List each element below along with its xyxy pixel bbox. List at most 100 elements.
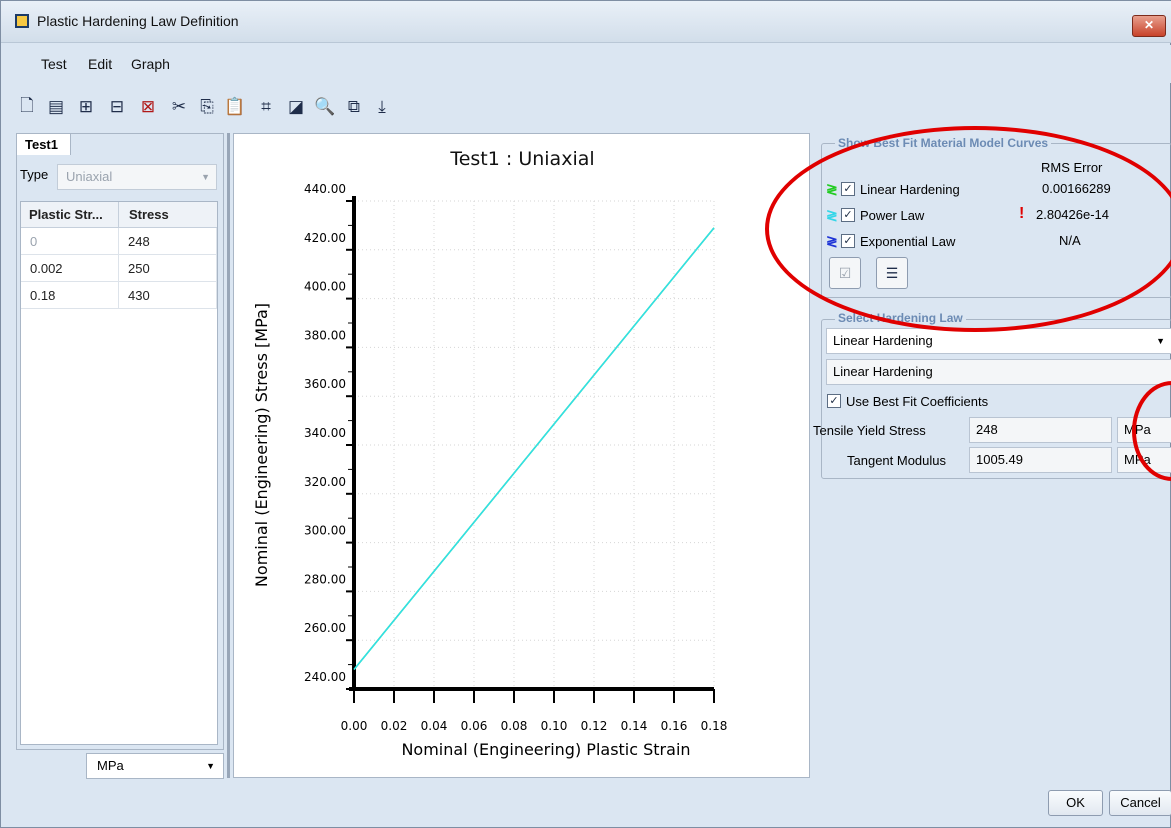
x-tick-label: 0.14: [621, 719, 648, 733]
linear-label: Linear Hardening: [860, 181, 960, 197]
list-icon[interactable]: ☰: [876, 257, 908, 289]
paste-icon[interactable]: 📋: [223, 95, 247, 119]
use-best-fit-checkbox[interactable]: ✓: [827, 394, 841, 408]
power-rms: 2.80426e-14: [1036, 207, 1110, 222]
x-tick-label: 0.10: [541, 719, 568, 733]
table-cell[interactable]: 0.18: [21, 282, 119, 309]
chevron-down-icon: ▼: [206, 761, 215, 771]
fit-row-exponential[interactable]: ≷ ✓ Exponential Law: [826, 230, 955, 252]
chevron-down-icon: ▼: [201, 172, 210, 182]
power-checkbox[interactable]: ✓: [841, 208, 855, 222]
export-icon[interactable]: ⤓: [370, 95, 394, 119]
menu-edit[interactable]: Edit: [88, 56, 112, 72]
x-tick-label: 0.04: [421, 719, 448, 733]
power-label: Power Law: [860, 207, 925, 223]
linear-curve-icon: ≷: [826, 181, 838, 197]
hardening-name-field[interactable]: Linear Hardening: [826, 359, 1171, 385]
linear-rms: 0.00166289: [1042, 181, 1111, 196]
data-table: Plastic Str... Stress 0 248 0.002 250 0.…: [20, 201, 218, 745]
x-tick-label: 0.00: [341, 719, 368, 733]
app-icon: [15, 14, 29, 28]
zoom-icon[interactable]: 🔍: [313, 95, 337, 119]
properties-icon[interactable]: ▤: [44, 95, 68, 119]
y-tick-label: 380.00: [304, 328, 346, 342]
y-tick-label: 420.00: [304, 231, 346, 245]
best-fit-legend: Show Best Fit Material Model Curves: [835, 136, 1052, 150]
power-curve-icon: ≷: [826, 207, 838, 223]
y-axis-label: Nominal (Engineering) Stress [MPa]: [252, 303, 271, 587]
table-cell[interactable]: 250: [119, 255, 217, 282]
series-line: [353, 227, 715, 670]
x-tick-label: 0.12: [581, 719, 608, 733]
tensile-yield-label: Tensile Yield Stress: [813, 423, 926, 438]
use-best-fit-row[interactable]: ✓ Use Best Fit Coefficients: [827, 390, 988, 412]
x-tick-label: 0.02: [381, 719, 408, 733]
tensile-yield-field[interactable]: 248: [969, 417, 1112, 443]
menu-test[interactable]: Test: [41, 56, 67, 72]
cut-icon[interactable]: ✂: [167, 95, 191, 119]
copy-icon[interactable]: ⎘: [195, 95, 219, 119]
x-tick-label: 0.06: [461, 719, 488, 733]
y-tick-label: 360.00: [304, 377, 346, 391]
new-icon[interactable]: 🗋: [15, 95, 39, 119]
column-header-plastic-strain[interactable]: Plastic Str...: [21, 202, 119, 228]
menu-bar: Test Edit Graph: [1, 45, 1171, 83]
exponential-rms: N/A: [1059, 233, 1081, 248]
x-tick-label: 0.08: [501, 719, 528, 733]
tensile-yield-unit[interactable]: MPa: [1117, 417, 1171, 443]
chevron-down-icon: ▼: [1156, 336, 1165, 346]
fit-row-linear[interactable]: ≷ ✓ Linear Hardening: [826, 178, 960, 200]
linear-checkbox[interactable]: ✓: [841, 182, 855, 196]
tangent-modulus-field[interactable]: 1005.49: [969, 447, 1112, 473]
tangent-modulus-unit[interactable]: MPa: [1117, 447, 1171, 473]
tab-test1[interactable]: Test1: [16, 133, 71, 155]
y-tick-label: 340.00: [304, 426, 346, 440]
rms-header: RMS Error: [1041, 160, 1103, 175]
column-header-stress[interactable]: Stress: [119, 202, 217, 228]
fit-row-power[interactable]: ≷ ✓ Power Law: [826, 204, 924, 226]
hardening-legend: Select Hardening Law: [835, 311, 966, 325]
table-cell[interactable]: 0: [21, 228, 119, 255]
delete-icon[interactable]: ⊠: [136, 95, 160, 119]
hardening-law-value: Linear Hardening: [833, 333, 933, 348]
select-all-icon[interactable]: ⌗: [254, 95, 278, 119]
y-tick-label: 320.00: [304, 475, 346, 489]
y-tick-label: 300.00: [304, 524, 346, 538]
warning-icon: !: [1019, 205, 1025, 222]
y-tick-label: 240.00: [304, 670, 346, 684]
ok-button[interactable]: OK: [1048, 790, 1103, 816]
check-all-icon[interactable]: ☑: [829, 257, 861, 289]
zoom-window-icon[interactable]: ⧉: [342, 95, 366, 119]
type-select[interactable]: Uniaxial ▼: [57, 164, 217, 190]
right-panel: Show Best Fit Material Model Curves RMS …: [813, 133, 1171, 778]
unit-value: MPa: [97, 758, 124, 773]
chart-svg: 0.00 0.02 0.04 0.06 0.08 0.10 0.12 0.14 0.16 0.18…: [252, 182, 727, 759]
panel-splitter[interactable]: [227, 133, 230, 778]
close-button[interactable]: ✕: [1132, 15, 1166, 37]
tangent-modulus-label: Tangent Modulus: [847, 453, 947, 468]
cancel-button[interactable]: Cancel: [1109, 790, 1171, 816]
title-bar: Plastic Hardening Law Definition ✕: [1, 1, 1171, 43]
table-cell[interactable]: 248: [119, 228, 217, 255]
table-cell[interactable]: 430: [119, 282, 217, 309]
y-tick-label: 280.00: [304, 572, 346, 586]
type-label: Type: [20, 167, 49, 182]
exponential-label: Exponential Law: [860, 233, 956, 249]
table-cell[interactable]: 0.002: [21, 255, 119, 282]
graph-panel: Test1 : Uniaxial 0.00 0.02 0.04 0.06 0.08 0.1…: [233, 133, 810, 778]
fit-icon[interactable]: ◪: [284, 95, 308, 119]
unit-select[interactable]: MPa ▼: [86, 753, 224, 779]
y-tick-label: 400.00: [304, 280, 346, 294]
exponential-checkbox[interactable]: ✓: [841, 234, 855, 248]
dialog-window: Plastic Hardening Law Definition ✕ Test …: [0, 0, 1171, 828]
exponential-curve-icon: ≷: [826, 233, 838, 249]
append-row-icon[interactable]: ⊟: [105, 95, 129, 119]
use-best-fit-label: Use Best Fit Coefficients: [846, 393, 989, 409]
x-tick-label: 0.16: [661, 719, 688, 733]
toolbar: 🗋 ▤ ⊞ ⊟ ⊠ ✂ ⎘ 📋 ⌗ ◪ 🔍 ⧉ ⤓: [1, 89, 1171, 129]
insert-row-icon[interactable]: ⊞: [74, 95, 98, 119]
hardening-law-select[interactable]: Linear Hardening ▼: [826, 328, 1171, 354]
menu-graph[interactable]: Graph: [131, 56, 170, 72]
window-title: Plastic Hardening Law Definition: [37, 13, 239, 29]
type-value: Uniaxial: [66, 169, 113, 184]
